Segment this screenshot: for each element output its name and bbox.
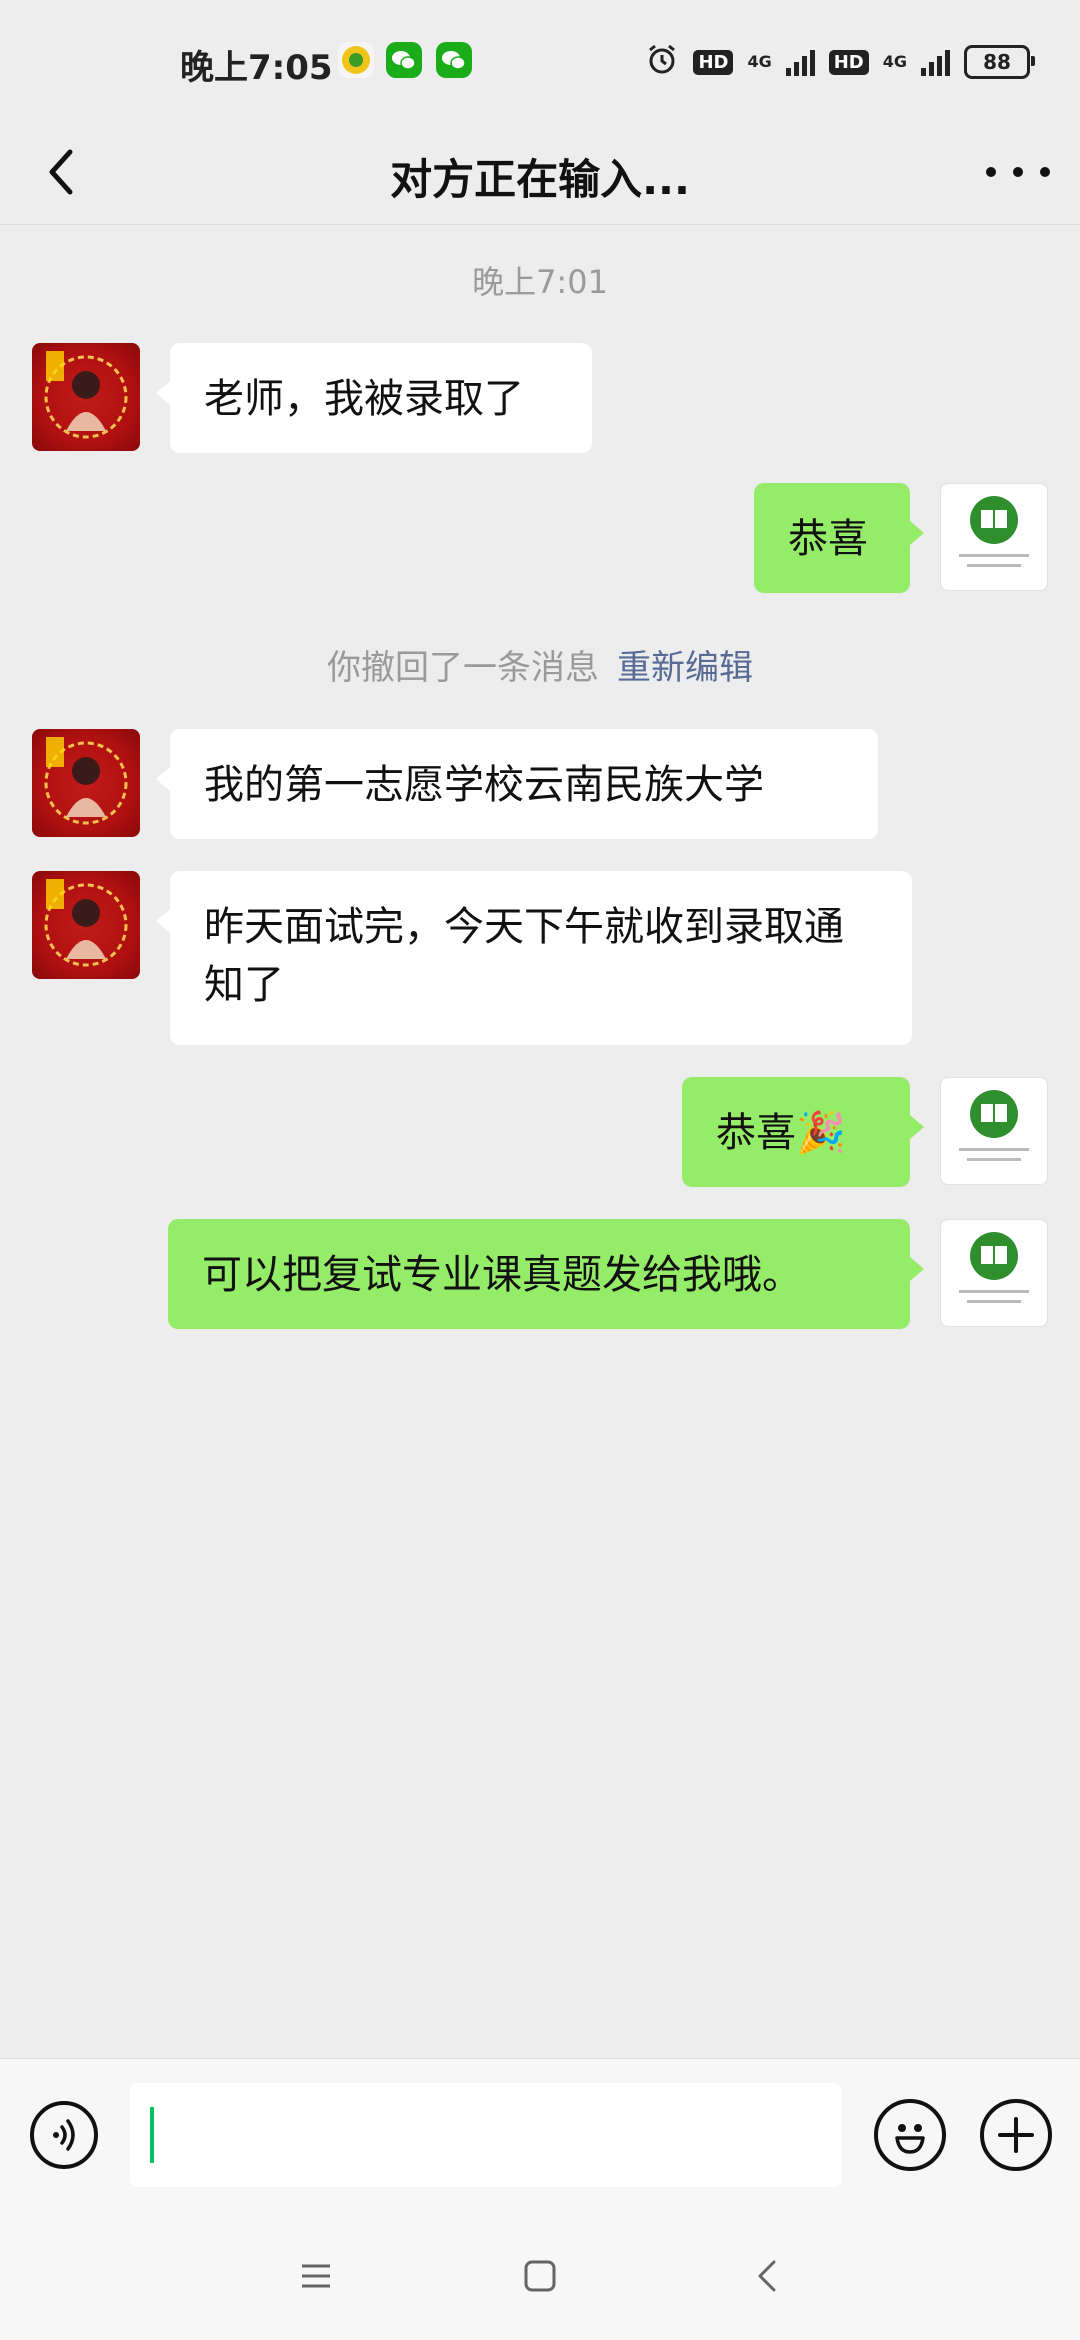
- my-avatar[interactable]: [940, 1219, 1048, 1327]
- page-title: 对方正在输入...: [390, 155, 690, 204]
- my-avatar[interactable]: [940, 1077, 1048, 1185]
- contact-avatar[interactable]: [32, 729, 140, 837]
- plus-button[interactable]: [980, 2099, 1052, 2171]
- battery-icon: 88: [964, 45, 1035, 79]
- more-icon: [986, 167, 996, 177]
- contact-avatar[interactable]: [32, 343, 140, 451]
- more-button[interactable]: [986, 146, 1050, 198]
- network-type: 4G: [747, 52, 772, 71]
- system-nav-bar: [0, 2210, 1080, 2340]
- more-icon-dot: [1013, 167, 1023, 177]
- status-indicators: HD 4G HD 4G 88: [645, 42, 1035, 82]
- hd-badge: HD: [693, 49, 734, 75]
- contact-avatar[interactable]: [32, 871, 140, 979]
- voice-icon: [53, 2119, 75, 2151]
- my-avatar[interactable]: [940, 483, 1048, 591]
- chat-header: 对方正在输入...: [0, 120, 1080, 225]
- message-bubble[interactable]: 老师，我被录取了: [156, 343, 592, 453]
- home-square-icon: [524, 2260, 556, 2292]
- recall-notice: 你撤回了一条消息 重新编辑: [0, 640, 1080, 689]
- back-nav-button[interactable]: [738, 2248, 798, 2304]
- message-timestamp: 晚上7:01: [472, 263, 608, 301]
- wechat-notification-icon: [386, 42, 422, 78]
- input-bar: [0, 2058, 1080, 2211]
- re-edit-link[interactable]: 重新编辑: [617, 648, 753, 688]
- more-icon-dot: [1040, 167, 1050, 177]
- recents-button[interactable]: [286, 2248, 346, 2304]
- plus-icon: [998, 2117, 1034, 2153]
- message-bubble[interactable]: 我的第一志愿学校云南民族大学: [156, 729, 878, 839]
- message-list[interactable]: 晚上7:01 老师，我被录取了 恭喜 你撤回了一条消息 重新编辑 我的第一志愿学校…: [0, 225, 1080, 2055]
- emoji-icon: [895, 2124, 925, 2154]
- wechat-notification-icon: [436, 42, 472, 78]
- message-bubble[interactable]: 恭喜: [754, 483, 924, 593]
- status-time: 晚上7:05: [180, 48, 333, 88]
- signal-icon: [785, 48, 815, 76]
- alarm-icon: [645, 42, 679, 82]
- message-bubble[interactable]: 恭喜🎉: [682, 1077, 924, 1187]
- emoji-button[interactable]: [874, 2099, 946, 2171]
- app-notification-icon: [338, 42, 374, 78]
- message-input[interactable]: [130, 2083, 842, 2187]
- signal-icon: [921, 48, 950, 76]
- text-caret: [150, 2107, 154, 2163]
- hd-badge: HD: [828, 49, 869, 75]
- back-triangle-icon: [758, 2260, 776, 2292]
- menu-icon: [302, 2264, 330, 2288]
- recall-text: 你撤回了一条消息: [327, 648, 599, 688]
- network-type: 4G: [882, 52, 907, 71]
- status-bar: 晚上7:05 HD 4G HD 4G 88: [0, 0, 1080, 120]
- message-bubble[interactable]: 可以把复试专业课真题发给我哦。: [168, 1219, 924, 1329]
- voice-button[interactable]: [30, 2101, 98, 2169]
- message-bubble[interactable]: 昨天面试完，今天下午就收到录取通知了: [156, 871, 912, 1045]
- home-button[interactable]: [510, 2248, 570, 2304]
